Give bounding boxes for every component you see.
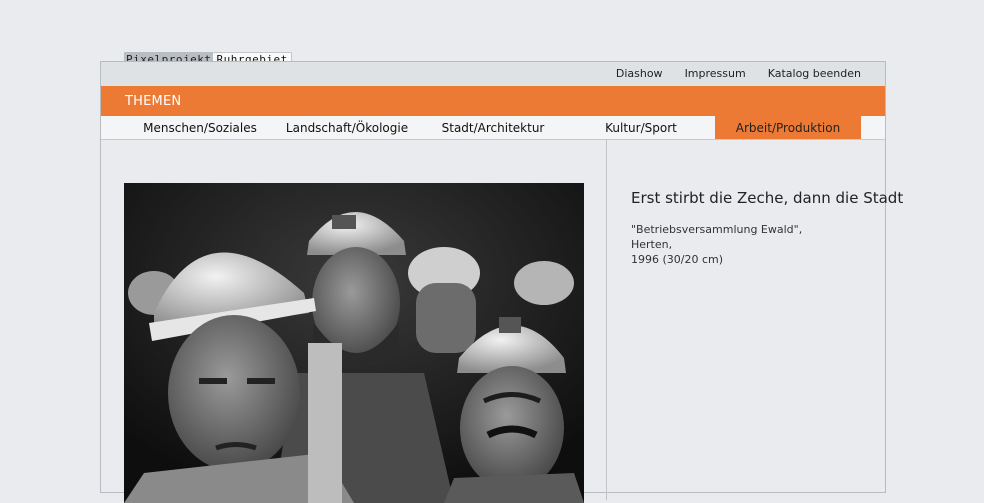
miners-photo <box>124 183 584 503</box>
caption-line-2: 1996 (30/20 cm) <box>631 253 724 266</box>
column-divider <box>606 140 607 500</box>
photo-caption: "Betriebsversammlung Ewald", Herten, 199… <box>631 222 831 267</box>
katalog-beenden-link[interactable]: Katalog beenden <box>768 67 861 80</box>
tab-stadt-architektur[interactable]: Stadt/Architektur <box>427 116 559 139</box>
diashow-link[interactable]: Diashow <box>616 67 663 80</box>
photo-title: Erst stirbt die Zeche, dann die Stadt <box>631 189 904 207</box>
section-title: THEMEN <box>125 94 182 109</box>
tab-menschen-soziales[interactable]: Menschen/Soziales <box>125 116 275 139</box>
themen-bar: THEMEN <box>101 86 885 116</box>
caption-line-1: "Betriebsversammlung Ewald", Herten, <box>631 223 803 251</box>
top-bar: Diashow Impressum Katalog beenden <box>101 62 885 87</box>
impressum-link[interactable]: Impressum <box>685 67 746 80</box>
tab-landschaft-oekologie[interactable]: Landschaft/Ökologie <box>279 116 415 139</box>
theme-tabs: Menschen/Soziales Landschaft/Ökologie St… <box>101 116 885 140</box>
top-nav: Diashow Impressum Katalog beenden <box>616 67 861 80</box>
tab-kultur-sport[interactable]: Kultur/Sport <box>571 116 711 139</box>
tab-arbeit-produktion[interactable]: Arbeit/Produktion <box>715 116 861 139</box>
catalog-frame: Diashow Impressum Katalog beenden THEMEN… <box>100 61 903 503</box>
